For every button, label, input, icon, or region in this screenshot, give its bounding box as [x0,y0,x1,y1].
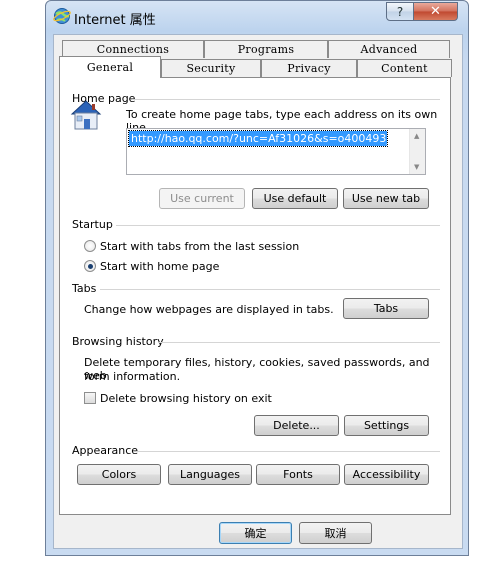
home-page-divider [132,99,440,100]
tab-general[interactable]: General [59,56,161,78]
delete-history-button[interactable]: Delete... [254,415,339,436]
startup-home-page-label[interactable]: Start with home page [100,260,219,273]
tab-privacy[interactable]: Privacy [261,59,357,77]
internet-globe-icon [53,8,71,24]
colors-button[interactable]: Colors [77,464,161,485]
tab-programs[interactable]: Programs [204,40,328,58]
internet-options-window: Internet 属性 ? ✕ Connections Programs Adv… [45,0,469,556]
tab-content[interactable]: Content [357,59,452,77]
tabs-section-label: Tabs [72,282,97,295]
home-page-url-textarea[interactable]: http://hao.qq.com/?unc=Af31026&s=o400493… [126,128,426,175]
tabs-settings-button[interactable]: Tabs [343,298,429,319]
cancel-button[interactable]: 取消 [299,522,372,544]
startup-home-page-radio[interactable] [84,260,96,272]
general-tab-panel: Home page To create home page tabs, type… [59,77,451,515]
browsing-history-divider [158,342,440,343]
use-default-button[interactable]: Use default [252,188,338,209]
window-title: Internet 属性 [74,13,156,28]
title-bar[interactable]: Internet 属性 ? ✕ [46,1,468,31]
help-button[interactable]: ? [386,2,414,21]
close-button[interactable]: ✕ [413,2,458,21]
use-new-tab-button[interactable]: Use new tab [343,188,429,209]
help-icon: ? [396,4,404,19]
home-house-icon [70,100,102,130]
tab-security[interactable]: Security [161,59,261,77]
startup-last-session-radio[interactable] [84,240,96,252]
use-current-button[interactable]: Use current [159,188,245,209]
close-icon: ✕ [430,4,441,19]
tab-advanced[interactable]: Advanced [328,40,450,58]
startup-last-session-label[interactable]: Start with tabs from the last session [100,240,299,253]
delete-history-on-exit-checkbox[interactable] [84,392,96,404]
tabs-description: Change how webpages are displayed in tab… [84,303,334,316]
textarea-scrollbar[interactable]: ▲ ▼ [409,129,425,174]
dialog-client-area: Connections Programs Advanced General Se… [53,34,463,549]
browsing-history-section-label: Browsing history [72,335,164,348]
appearance-divider [136,451,440,452]
fonts-button[interactable]: Fonts [256,464,340,485]
scroll-down-arrow-icon[interactable]: ▼ [414,163,419,171]
appearance-section-label: Appearance [72,444,139,457]
browsing-history-description-line2: form information. [84,370,181,383]
history-settings-button[interactable]: Settings [344,415,429,436]
delete-history-on-exit-label[interactable]: Delete browsing history on exit [100,392,272,405]
accessibility-button[interactable]: Accessibility [344,464,429,485]
languages-button[interactable]: Languages [168,464,252,485]
home-page-url-text: http://hao.qq.com/?unc=Af31026&s=o400493… [128,130,388,147]
scroll-up-arrow-icon[interactable]: ▲ [414,132,419,140]
tabs-divider [100,289,440,290]
ok-button[interactable]: 确定 [219,522,292,544]
startup-section-label: Startup [72,218,113,231]
startup-divider [116,225,440,226]
